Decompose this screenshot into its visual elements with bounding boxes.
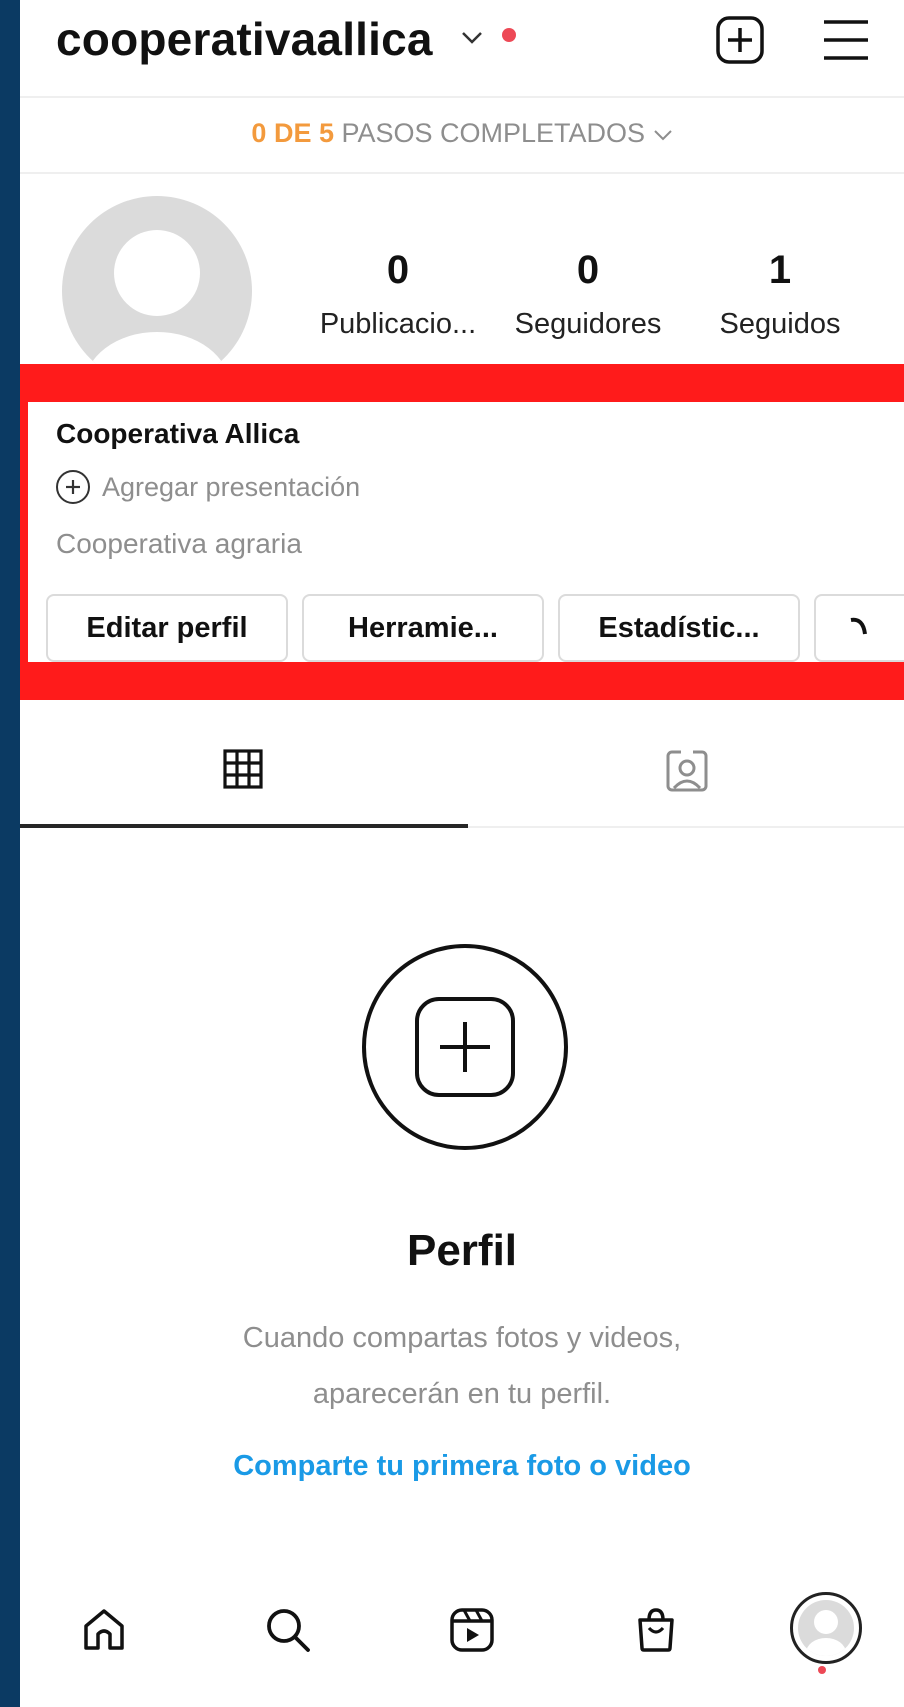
nav-shop[interactable] (616, 1590, 696, 1670)
empty-state-desc-line2: aparecerán en tu perfil. (312, 1378, 612, 1410)
screen: cooperativaallica 0 DE 5 PASOS COMPLETAD… (20, 0, 904, 1707)
nav-profile-avatar[interactable] (790, 1592, 862, 1664)
tools-button[interactable]: Herramie... (302, 594, 544, 662)
header-divider (20, 96, 904, 98)
tab-tagged[interactable] (468, 716, 904, 830)
empty-state-title: Perfil (406, 1226, 518, 1275)
partial-icon (850, 617, 867, 635)
shop-icon (638, 1608, 674, 1652)
stat-followers[interactable]: 0 Seguidores (498, 248, 678, 344)
steps-count: 0 DE 5 (251, 118, 334, 148)
menu-icon[interactable] (822, 16, 870, 64)
add-bio-label: Agregar presentación (102, 471, 361, 502)
insights-button[interactable]: Estadístic... (558, 594, 800, 662)
stat-posts-value: 0 (386, 248, 410, 292)
empty-state-circle[interactable] (362, 944, 568, 1150)
edit-profile-button[interactable]: Editar perfil (46, 594, 288, 662)
nav-home[interactable] (64, 1590, 144, 1670)
stat-followers-value: 0 (576, 248, 600, 292)
tab-grid-underline (20, 824, 468, 828)
profile-category: Cooperativa agraria (56, 528, 302, 559)
steps-label: PASOS COMPLETADOS (341, 118, 646, 148)
nav-notification-dot (818, 1666, 826, 1674)
stat-followers-label: Seguidores (514, 308, 662, 340)
stat-posts[interactable]: 0 Publicacio... (308, 248, 488, 344)
nav-search[interactable] (248, 1590, 328, 1670)
empty-state-description: Cuando compartas fotos y videos, aparece… (20, 1310, 904, 1422)
avatar[interactable] (62, 196, 252, 386)
tagged-icon (666, 750, 708, 792)
new-post-icon (415, 997, 515, 1097)
tab-divider (468, 826, 904, 828)
stat-following-label: Seguidos (719, 308, 841, 340)
steps-banner[interactable]: 0 DE 5 PASOS COMPLETADOS (20, 118, 904, 149)
username[interactable]: cooperativaallica (56, 12, 433, 66)
plus-icon (56, 470, 90, 504)
home-icon (84, 1609, 124, 1650)
empty-state-desc-line1: Cuando compartas fotos y videos, (242, 1322, 682, 1354)
reels-icon (450, 1608, 494, 1652)
new-post-icon[interactable] (714, 14, 766, 66)
stat-following[interactable]: 1 Seguidos (690, 248, 870, 344)
chevron-down-icon (653, 130, 672, 141)
chevron-down-icon[interactable] (460, 30, 484, 46)
share-first-post-link[interactable]: Comparte tu primera foto o video (20, 1450, 904, 1483)
stat-posts-label: Publicacio... (319, 308, 477, 340)
profile-name: Cooperativa Allica (56, 418, 300, 449)
more-button[interactable] (814, 594, 904, 662)
steps-divider (20, 172, 904, 174)
stat-following-value: 1 (768, 248, 792, 292)
nav-reels[interactable] (432, 1590, 512, 1670)
grid-icon (223, 749, 263, 789)
tab-grid[interactable] (20, 716, 462, 830)
search-icon (267, 1609, 310, 1652)
add-bio-button[interactable]: Agregar presentación (56, 470, 360, 504)
notification-dot (502, 28, 516, 42)
